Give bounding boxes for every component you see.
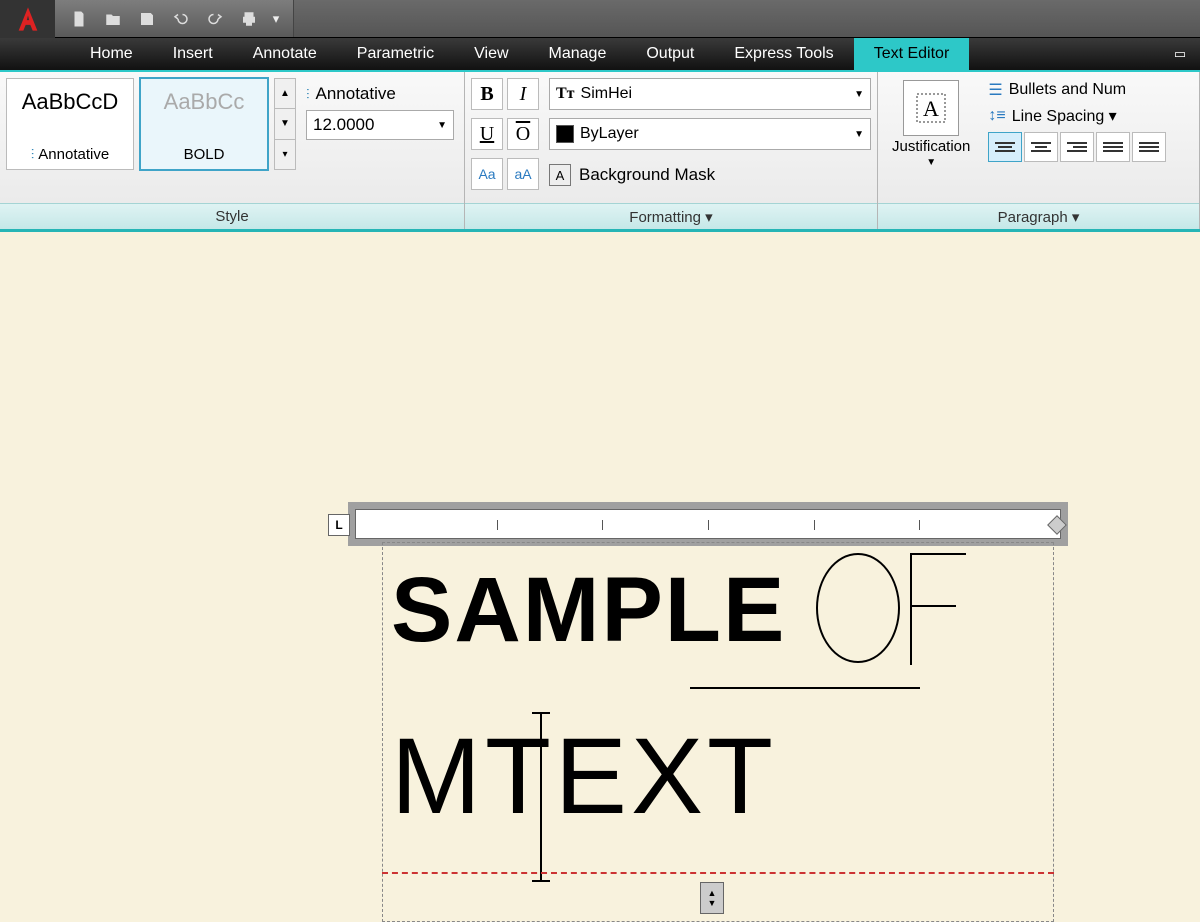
redo-icon[interactable] <box>199 5 231 33</box>
align-left-button[interactable] <box>988 132 1022 162</box>
justification-label: Justification <box>892 138 970 155</box>
underline-decoration <box>690 687 920 689</box>
tab-express-tools[interactable]: Express Tools <box>714 38 853 70</box>
app-menu-button[interactable] <box>0 0 55 38</box>
open-icon[interactable] <box>97 5 129 33</box>
chevron-down-icon[interactable]: ▼ <box>926 157 936 168</box>
align-distribute-button[interactable] <box>1132 132 1166 162</box>
outline-letter-o <box>816 553 900 663</box>
outline-letter-f <box>910 553 966 663</box>
mtext-height-handle[interactable]: ▲ ▼ <box>700 882 724 914</box>
bold-button[interactable]: B <box>471 78 503 110</box>
background-mask-button[interactable]: A Background Mask <box>549 158 871 192</box>
mtext-word-sample: SAMPLE <box>391 558 786 663</box>
tab-parametric[interactable]: Parametric <box>337 38 454 70</box>
annotative-icon: ⫶ <box>31 146 35 163</box>
save-icon[interactable] <box>131 5 163 33</box>
italic-button[interactable]: I <box>507 78 539 110</box>
line-spacing-icon: ↕≡ <box>988 107 1005 125</box>
align-justify-button[interactable] <box>1096 132 1130 162</box>
drawing-canvas[interactable]: L SAMPLE MTEXT ▲ ▼ <box>0 232 1200 732</box>
color-combo[interactable]: ByLayer ▼ <box>549 118 871 150</box>
print-icon[interactable] <box>233 5 265 33</box>
mtext-bottom-guide <box>382 872 1054 874</box>
gallery-scroll: ▲ ▼ ▾ <box>274 78 296 170</box>
svg-text:A: A <box>923 96 939 121</box>
case-button-1[interactable]: Aa <box>471 158 503 190</box>
mtext-word-mtext: MTEXT <box>391 713 1045 838</box>
alignment-buttons <box>988 132 1166 162</box>
quick-access-toolbar: ▾ <box>55 0 294 37</box>
tab-insert[interactable]: Insert <box>153 38 233 70</box>
ruler-width-handle[interactable] <box>1047 515 1067 535</box>
panel-label-style[interactable]: Style <box>0 203 464 229</box>
align-center-button[interactable] <box>1024 132 1058 162</box>
panel-formatting: B I Tт SimHei ▼ U O ByLayer ▼ <box>465 72 878 229</box>
tab-output[interactable]: Output <box>626 38 714 70</box>
new-icon[interactable] <box>63 5 95 33</box>
font-combo[interactable]: Tт SimHei ▼ <box>549 78 871 110</box>
style-gallery: AaBbCcD ⫶Annotative AaBbCc BOLD ▲ ▼ ▾ <box>6 78 296 170</box>
undo-icon[interactable] <box>165 5 197 33</box>
text-height-combo[interactable]: 12.0000 ▼ <box>306 110 454 140</box>
underline-button[interactable]: U <box>471 118 503 150</box>
style-sample: AaBbCc <box>164 89 245 115</box>
gallery-up-icon[interactable]: ▲ <box>275 79 295 109</box>
style-sample: AaBbCcD <box>22 89 119 115</box>
panel-style: AaBbCcD ⫶Annotative AaBbCc BOLD ▲ ▼ ▾ ⫶ … <box>0 72 465 229</box>
ribbon-minimize-icon[interactable]: ▭ <box>1160 38 1200 70</box>
bullets-button[interactable]: ☰ Bullets and Num <box>988 80 1166 100</box>
font-icon: Tт <box>556 85 575 103</box>
bullets-icon: ☰ <box>988 80 1002 100</box>
gallery-more-icon[interactable]: ▾ <box>275 140 295 169</box>
mtext-edit-box[interactable]: SAMPLE MTEXT <box>382 542 1054 922</box>
annotative-toggle[interactable]: ⫶ Annotative <box>306 84 454 104</box>
align-right-button[interactable] <box>1060 132 1094 162</box>
chevron-down-icon: ▼ <box>437 120 447 131</box>
gallery-down-icon[interactable]: ▼ <box>275 109 295 139</box>
mtext-ruler[interactable]: L <box>348 502 1068 546</box>
mtext-word-of <box>816 553 966 663</box>
arrow-up-icon: ▲ <box>708 888 717 898</box>
title-bar: ▾ <box>0 0 1200 38</box>
panel-label-formatting[interactable]: Formatting ▾ <box>465 203 877 229</box>
tab-home[interactable]: Home <box>70 38 153 70</box>
style-thumb-annotative[interactable]: AaBbCcD ⫶Annotative <box>6 78 134 170</box>
color-swatch-icon <box>556 125 574 143</box>
case-button-2[interactable]: aA <box>507 158 539 190</box>
panel-paragraph: A Justification ▼ ☰ Bullets and Num ↕≡ L… <box>878 72 1200 229</box>
tab-text-editor[interactable]: Text Editor <box>854 38 970 70</box>
ruler-tab-button[interactable]: L <box>328 514 350 536</box>
qat-dropdown-icon[interactable]: ▾ <box>267 5 285 33</box>
chevron-down-icon: ▼ <box>854 89 864 100</box>
justification-button[interactable]: A <box>903 80 959 136</box>
tab-manage[interactable]: Manage <box>529 38 627 70</box>
overline-button[interactable]: O <box>507 118 539 150</box>
panel-label-paragraph[interactable]: Paragraph ▾ <box>878 203 1199 229</box>
arrow-down-icon: ▼ <box>708 898 717 908</box>
chevron-down-icon: ▼ <box>854 129 864 140</box>
style-thumb-bold[interactable]: AaBbCc BOLD <box>140 78 268 170</box>
bgmask-icon: A <box>549 164 571 186</box>
tab-view[interactable]: View <box>454 38 528 70</box>
tab-annotate[interactable]: Annotate <box>233 38 337 70</box>
ribbon-tabs: Home Insert Annotate Parametric View Man… <box>0 38 1200 72</box>
line-spacing-button[interactable]: ↕≡ Line Spacing ▾ <box>988 106 1166 126</box>
ribbon: AaBbCcD ⫶Annotative AaBbCc BOLD ▲ ▼ ▾ ⫶ … <box>0 72 1200 232</box>
annotative-icon: ⫶ <box>306 86 310 103</box>
